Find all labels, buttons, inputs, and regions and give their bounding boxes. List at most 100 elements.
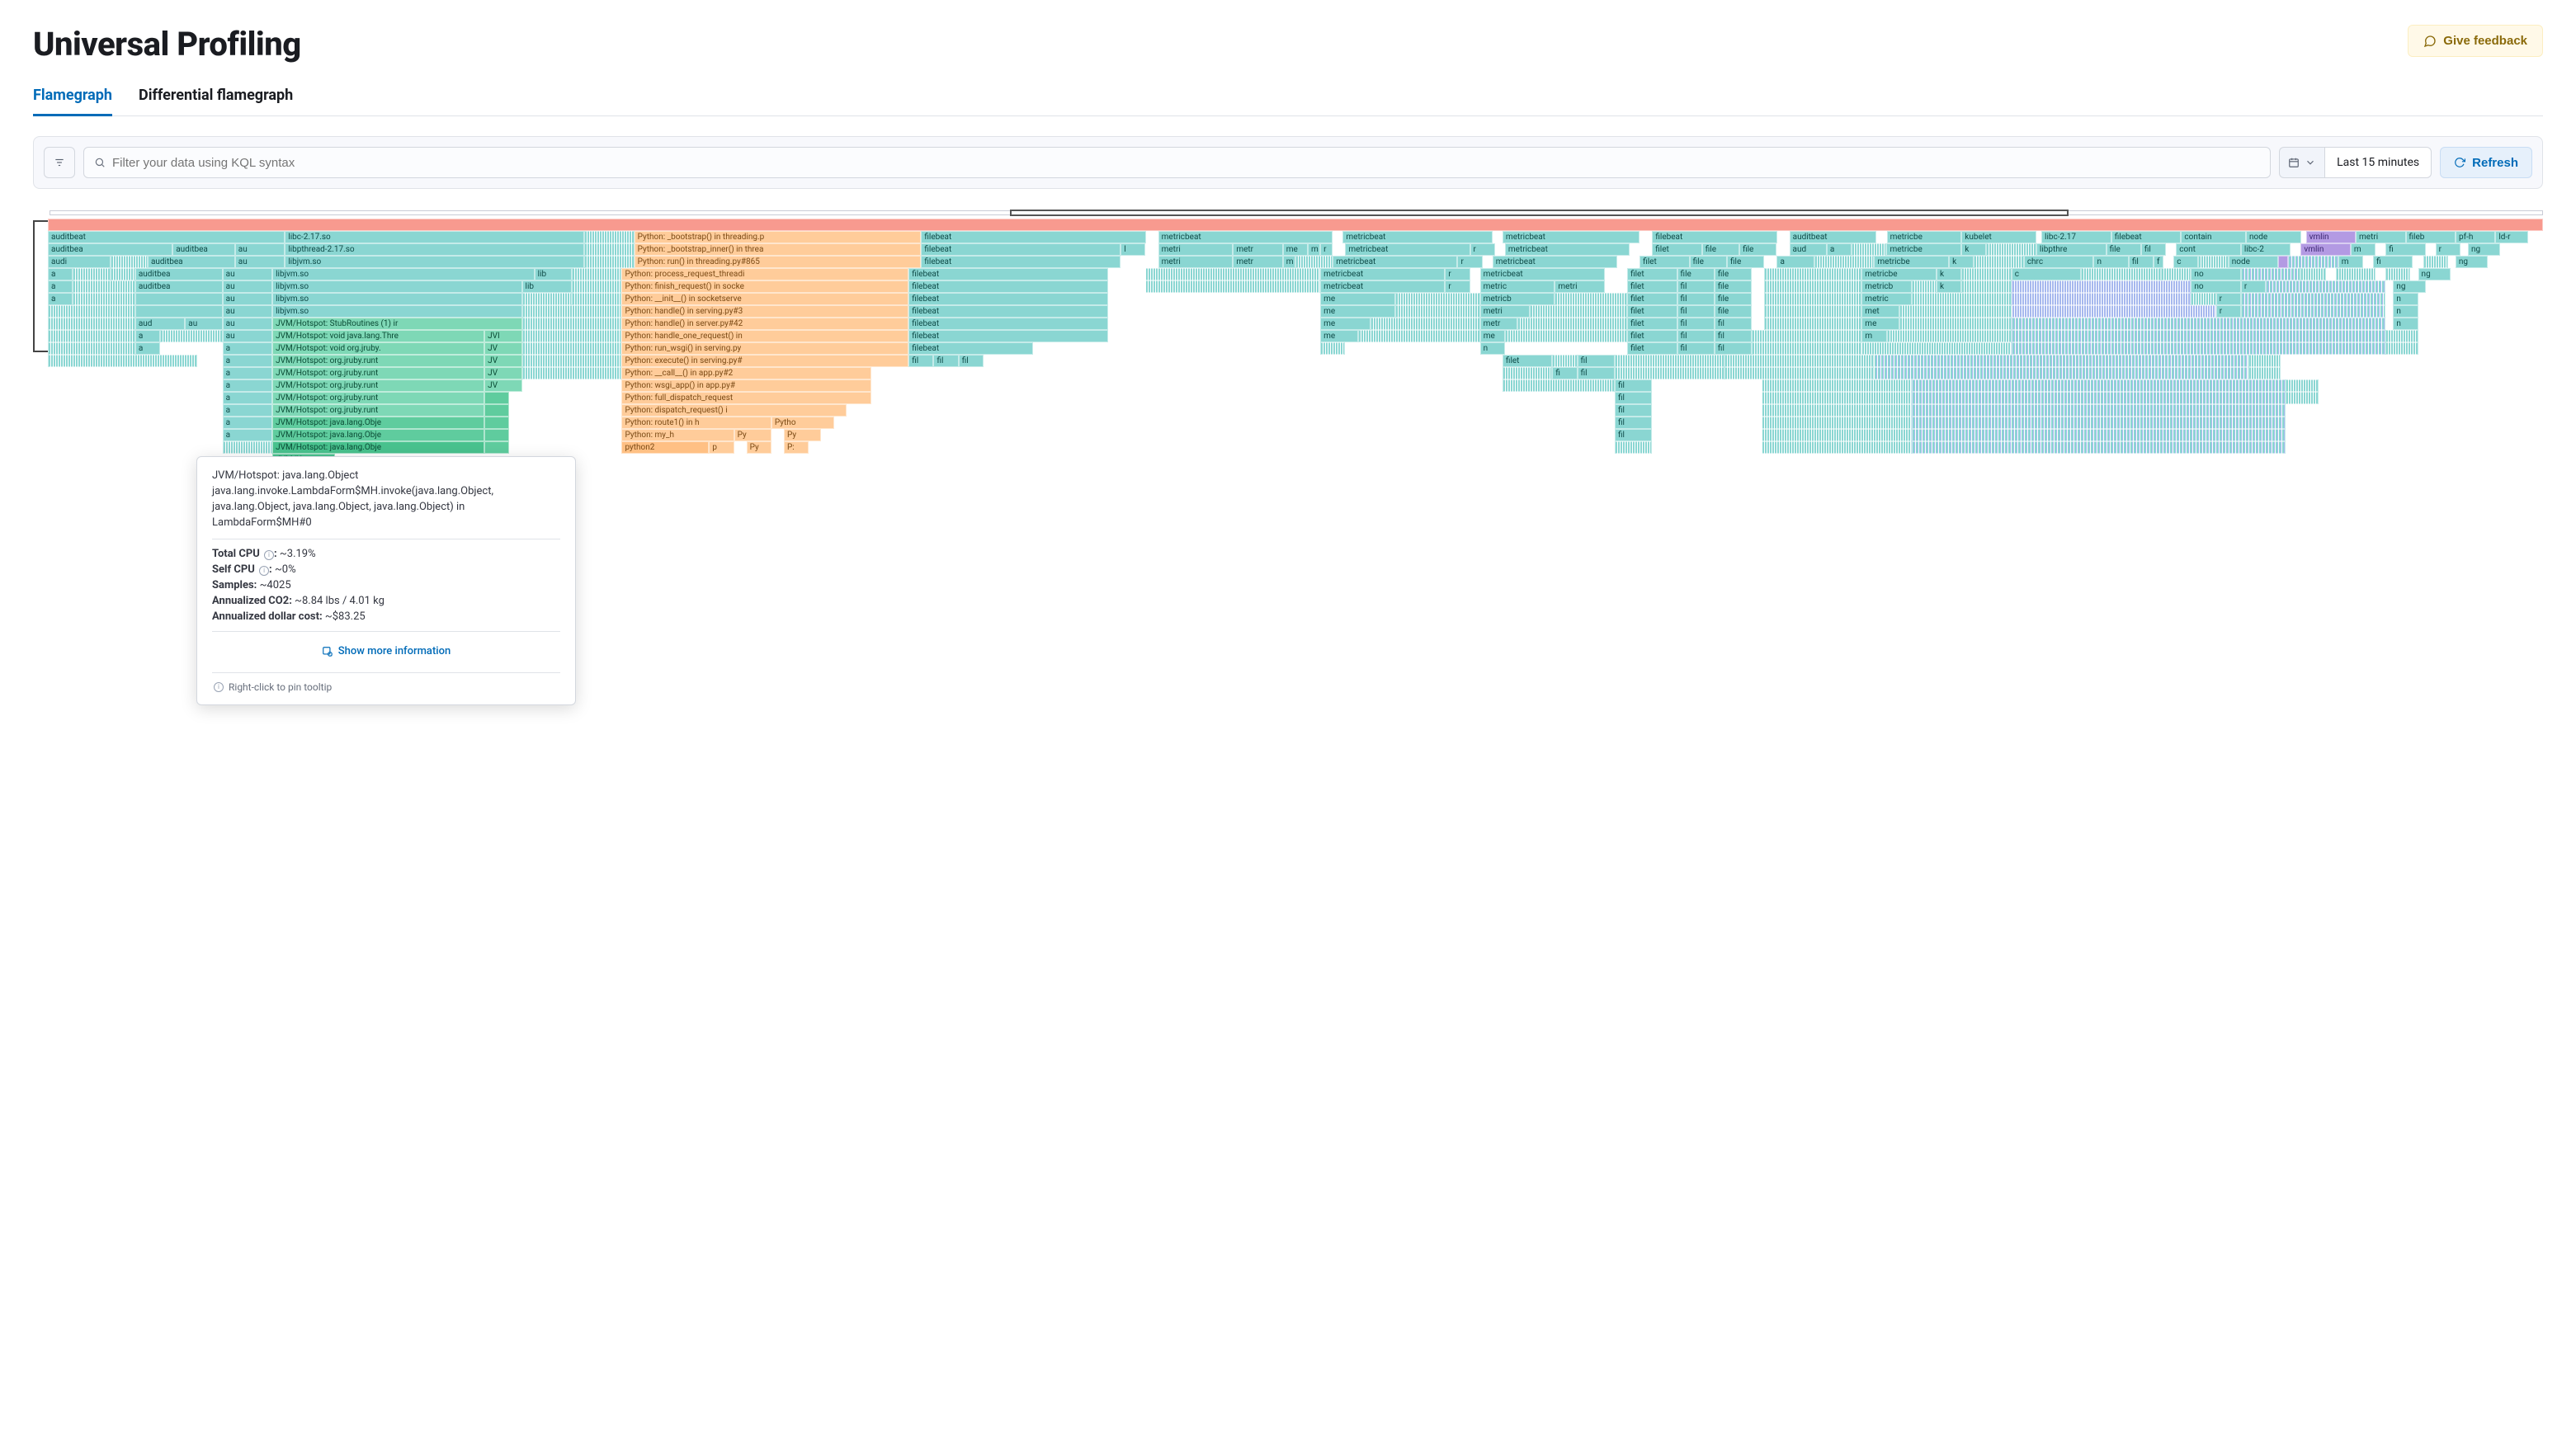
- flame-frame[interactable]: [2241, 305, 2385, 318]
- flame-frame[interactable]: [2286, 392, 2318, 404]
- flame-frame[interactable]: [1762, 379, 1911, 392]
- flame-frame[interactable]: fil: [1677, 342, 1715, 355]
- flame-frame[interactable]: r: [2216, 305, 2241, 318]
- flame-frame[interactable]: n: [2093, 256, 2128, 268]
- flame-frame[interactable]: [2278, 256, 2288, 268]
- flame-frame[interactable]: [1762, 392, 1911, 404]
- flame-frame[interactable]: [1762, 429, 1911, 441]
- flame-frame[interactable]: no: [2191, 268, 2240, 280]
- flame-frame[interactable]: [2012, 342, 2386, 355]
- flame-frame[interactable]: [2012, 330, 2386, 342]
- flame-frame[interactable]: Python: finish_request() in socke: [621, 280, 908, 293]
- flame-frame[interactable]: file: [1715, 305, 1752, 318]
- flame-frame[interactable]: a: [223, 342, 272, 355]
- flame-frame[interactable]: filet: [1627, 342, 1677, 355]
- flame-frame[interactable]: fil: [1677, 330, 1715, 342]
- flame-frame[interactable]: filebeat: [908, 293, 1108, 305]
- flame-frame[interactable]: n: [1480, 342, 1505, 355]
- flame-frame[interactable]: contain: [2181, 231, 2246, 243]
- flame-frame[interactable]: a: [48, 280, 73, 293]
- flame-frame[interactable]: [1912, 417, 2286, 429]
- flame-frame[interactable]: [1912, 392, 2286, 404]
- flame-frame[interactable]: a: [48, 268, 73, 280]
- flame-frame[interactable]: fil: [1615, 392, 1652, 404]
- flame-frame[interactable]: [111, 268, 135, 280]
- flame-frame[interactable]: [1762, 404, 1911, 417]
- flame-frame[interactable]: [1899, 305, 2012, 318]
- flame-frame[interactable]: [111, 256, 148, 268]
- flame-frame[interactable]: fil: [1715, 330, 1752, 342]
- flame-frame[interactable]: [2248, 367, 2281, 379]
- flame-frame[interactable]: JVM/Hotspot: org.jruby.runt: [272, 355, 484, 367]
- flame-frame[interactable]: [2012, 305, 2216, 318]
- flame-frame[interactable]: JVM/Hotspot: org.jruby.runt: [272, 379, 484, 392]
- flame-frame[interactable]: [484, 417, 509, 429]
- flame-frame[interactable]: [1912, 293, 2012, 305]
- minimap-selection[interactable]: [1010, 210, 2069, 216]
- flame-frame[interactable]: [2266, 280, 2385, 293]
- flame-frame[interactable]: c: [2012, 268, 2082, 280]
- flame-frame[interactable]: Python: handle() in server.py#42: [621, 318, 908, 330]
- flame-frame[interactable]: libjvm.so: [272, 293, 521, 305]
- flame-frame[interactable]: [522, 342, 622, 355]
- flame-frame[interactable]: [1295, 256, 1333, 268]
- flame-frame[interactable]: [2300, 268, 2325, 280]
- flame-frame[interactable]: fi: [2385, 243, 2425, 256]
- flame-frame[interactable]: [1912, 280, 1937, 293]
- flame-frame[interactable]: a: [135, 330, 160, 342]
- flame-frame[interactable]: a: [48, 293, 73, 305]
- flame-frame[interactable]: metri: [1158, 256, 1234, 268]
- flame-frame[interactable]: filebeat: [908, 268, 1108, 280]
- flame-frame[interactable]: a: [223, 417, 272, 429]
- flame-frame[interactable]: [2288, 256, 2338, 268]
- flame-frame[interactable]: [1986, 243, 2036, 256]
- flame-frame[interactable]: a: [1776, 256, 1814, 268]
- flame-frame[interactable]: k: [1937, 268, 1961, 280]
- flame-frame[interactable]: [223, 441, 272, 454]
- flame-frame[interactable]: auditbeat: [48, 231, 285, 243]
- flame-frame[interactable]: filebeat: [921, 256, 1121, 268]
- flame-frame[interactable]: filebeat: [908, 280, 1108, 293]
- flame-frame[interactable]: a: [223, 392, 272, 404]
- flame-frame[interactable]: [1852, 243, 1886, 256]
- flame-frame[interactable]: [1912, 379, 2286, 392]
- flame-frame[interactable]: metricbeat: [1345, 243, 1470, 256]
- flame-frame[interactable]: file: [1739, 243, 1776, 256]
- flame-frame[interactable]: filet: [1627, 293, 1677, 305]
- flame-frame[interactable]: filet: [1627, 330, 1677, 342]
- flame-frame[interactable]: [73, 268, 110, 280]
- flame-frame[interactable]: filebeat: [908, 342, 1033, 355]
- flame-frame[interactable]: a: [135, 342, 160, 355]
- flame-frame[interactable]: auditbea: [135, 280, 223, 293]
- flame-frame[interactable]: m: [1861, 330, 1886, 342]
- flame-frame[interactable]: [1358, 330, 1480, 342]
- flame-frame[interactable]: JV: [484, 379, 521, 392]
- flame-frame[interactable]: [1874, 355, 2248, 367]
- flame-frame[interactable]: [1764, 318, 1861, 330]
- flame-frame[interactable]: [572, 268, 621, 280]
- flame-frame[interactable]: Python: wsgi_app() in app.py#: [621, 379, 870, 392]
- flame-frame[interactable]: fil: [1578, 367, 1615, 379]
- flame-frame[interactable]: [1961, 268, 2011, 280]
- flame-frame[interactable]: libjvm.so: [272, 305, 521, 318]
- flame-frame[interactable]: filet: [1652, 243, 1701, 256]
- flame-frame[interactable]: metr: [1233, 256, 1282, 268]
- flame-frame[interactable]: m: [2338, 256, 2363, 268]
- flame-frame[interactable]: libjvm.so: [285, 256, 584, 268]
- flame-frame[interactable]: ng: [2418, 268, 2451, 280]
- flame-frame[interactable]: au: [223, 268, 272, 280]
- flame-frame[interactable]: kubelet: [1961, 231, 2036, 243]
- flame-frame[interactable]: Python: process_request_threadi: [621, 268, 908, 280]
- flame-frame[interactable]: r: [2216, 293, 2241, 305]
- flame-frame[interactable]: JV: [484, 342, 521, 355]
- flame-frame[interactable]: JV: [484, 367, 521, 379]
- flame-frame[interactable]: [1145, 280, 1320, 293]
- flame-frame[interactable]: metricb: [1861, 280, 1911, 293]
- flame-frame[interactable]: Python: _bootstrap_inner() in threa: [635, 243, 922, 256]
- filter-toggle-button[interactable]: [44, 147, 75, 178]
- flame-frame[interactable]: libc-2: [2241, 243, 2291, 256]
- flame-frame[interactable]: me: [1320, 293, 1395, 305]
- flame-frame[interactable]: vmlin: [2306, 231, 2356, 243]
- flame-frame[interactable]: [522, 305, 622, 318]
- flame-frame[interactable]: [522, 293, 572, 305]
